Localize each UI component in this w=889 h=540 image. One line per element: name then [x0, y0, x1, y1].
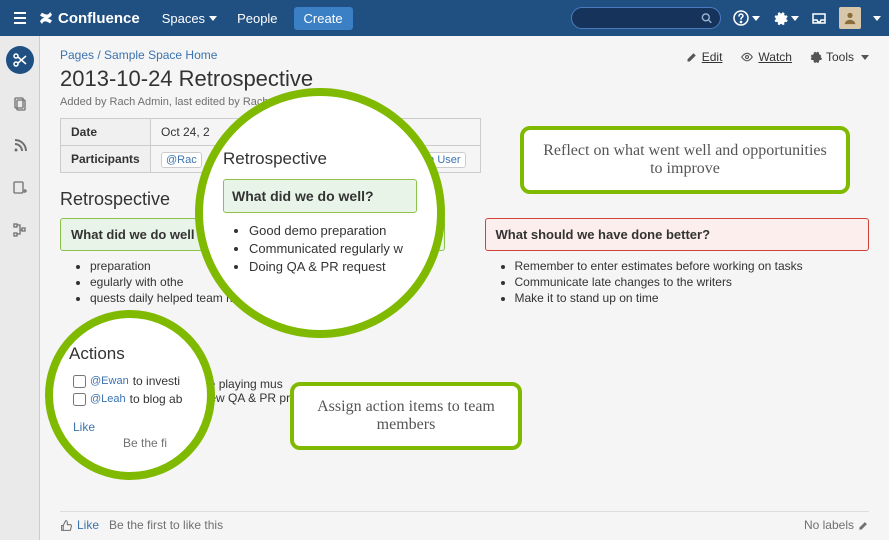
create-button[interactable]: Create [294, 7, 353, 30]
nav-spaces[interactable]: Spaces [152, 11, 227, 26]
rss-icon[interactable] [8, 134, 32, 158]
like-link[interactable]: Like [73, 420, 187, 434]
add-page-icon[interactable] [8, 176, 32, 200]
breadcrumb-space[interactable]: Sample Space Home [104, 48, 217, 62]
like-text: Be the first to like this [109, 518, 223, 532]
breadcrumb-pages[interactable]: Pages [60, 48, 94, 62]
list-item: Remember to enter estimates before worki… [515, 259, 870, 273]
like-bar: Like Be the first to like this No labels [60, 511, 869, 532]
action-row: @Leahto blog ab [73, 392, 187, 406]
action-checkbox[interactable] [73, 393, 86, 406]
list-item: Doing QA & PR request [249, 259, 417, 274]
list-item: Communicate late changes to the writers [515, 275, 870, 289]
search-box[interactable] [571, 7, 721, 29]
app-switcher-icon[interactable] [8, 6, 32, 30]
list-item: Communicated regularly w [249, 241, 417, 256]
labels-area[interactable]: No labels [804, 518, 869, 532]
better-list: Remember to enter estimates before worki… [485, 259, 870, 305]
callout-title: Retrospective [223, 149, 417, 169]
callout-box-assign: Assign action items to team members [290, 382, 522, 450]
pages-icon[interactable] [8, 92, 32, 116]
list-item: Good demo preparation [249, 223, 417, 238]
participants-label: Participants [61, 146, 151, 173]
overflow-text-1: stigate playing mus [180, 377, 869, 391]
callout-title: Actions [69, 344, 187, 364]
search-input[interactable] [580, 11, 701, 25]
help-icon[interactable] [733, 10, 760, 26]
mention[interactable]: @Rac [161, 152, 202, 168]
callout-inner-header: What did we do well? [223, 179, 417, 213]
gear-icon[interactable] [772, 10, 799, 26]
page-actions: Edit Watch Tools [686, 50, 869, 64]
left-sidebar [0, 36, 40, 540]
nav-people[interactable]: People [227, 11, 287, 26]
overflow-like: Be the fi [123, 436, 167, 450]
confluence-logo[interactable]: Confluence [38, 10, 140, 27]
user-avatar[interactable] [839, 7, 861, 29]
tools-action[interactable]: Tools [810, 50, 869, 64]
better-header: What should we have done better? [485, 218, 870, 251]
edit-action[interactable]: Edit [686, 50, 723, 64]
page-meta: Added by Rach Admin, last edited by Rach [60, 96, 869, 108]
callout-actions: Actions @Ewanto investi @Leahto blog ab … [45, 310, 215, 480]
watch-action[interactable]: Watch [740, 50, 792, 64]
callout-retrospective: Retrospective What did we do well? Good … [195, 88, 445, 338]
date-label: Date [61, 119, 151, 146]
scissors-icon[interactable] [6, 46, 34, 74]
action-checkbox[interactable] [73, 375, 86, 388]
top-nav: Confluence Spaces People Create [0, 0, 889, 36]
like-button[interactable]: Like [60, 518, 99, 532]
callout-box-reflect: Reflect on what went well and opportunit… [520, 126, 850, 194]
tree-icon[interactable] [8, 218, 32, 242]
inbox-icon[interactable] [811, 10, 827, 26]
action-row: @Ewanto investi [73, 374, 187, 388]
page-title: 2013-10-24 Retrospective [60, 66, 869, 92]
list-item: Make it to stand up on time [515, 291, 870, 305]
